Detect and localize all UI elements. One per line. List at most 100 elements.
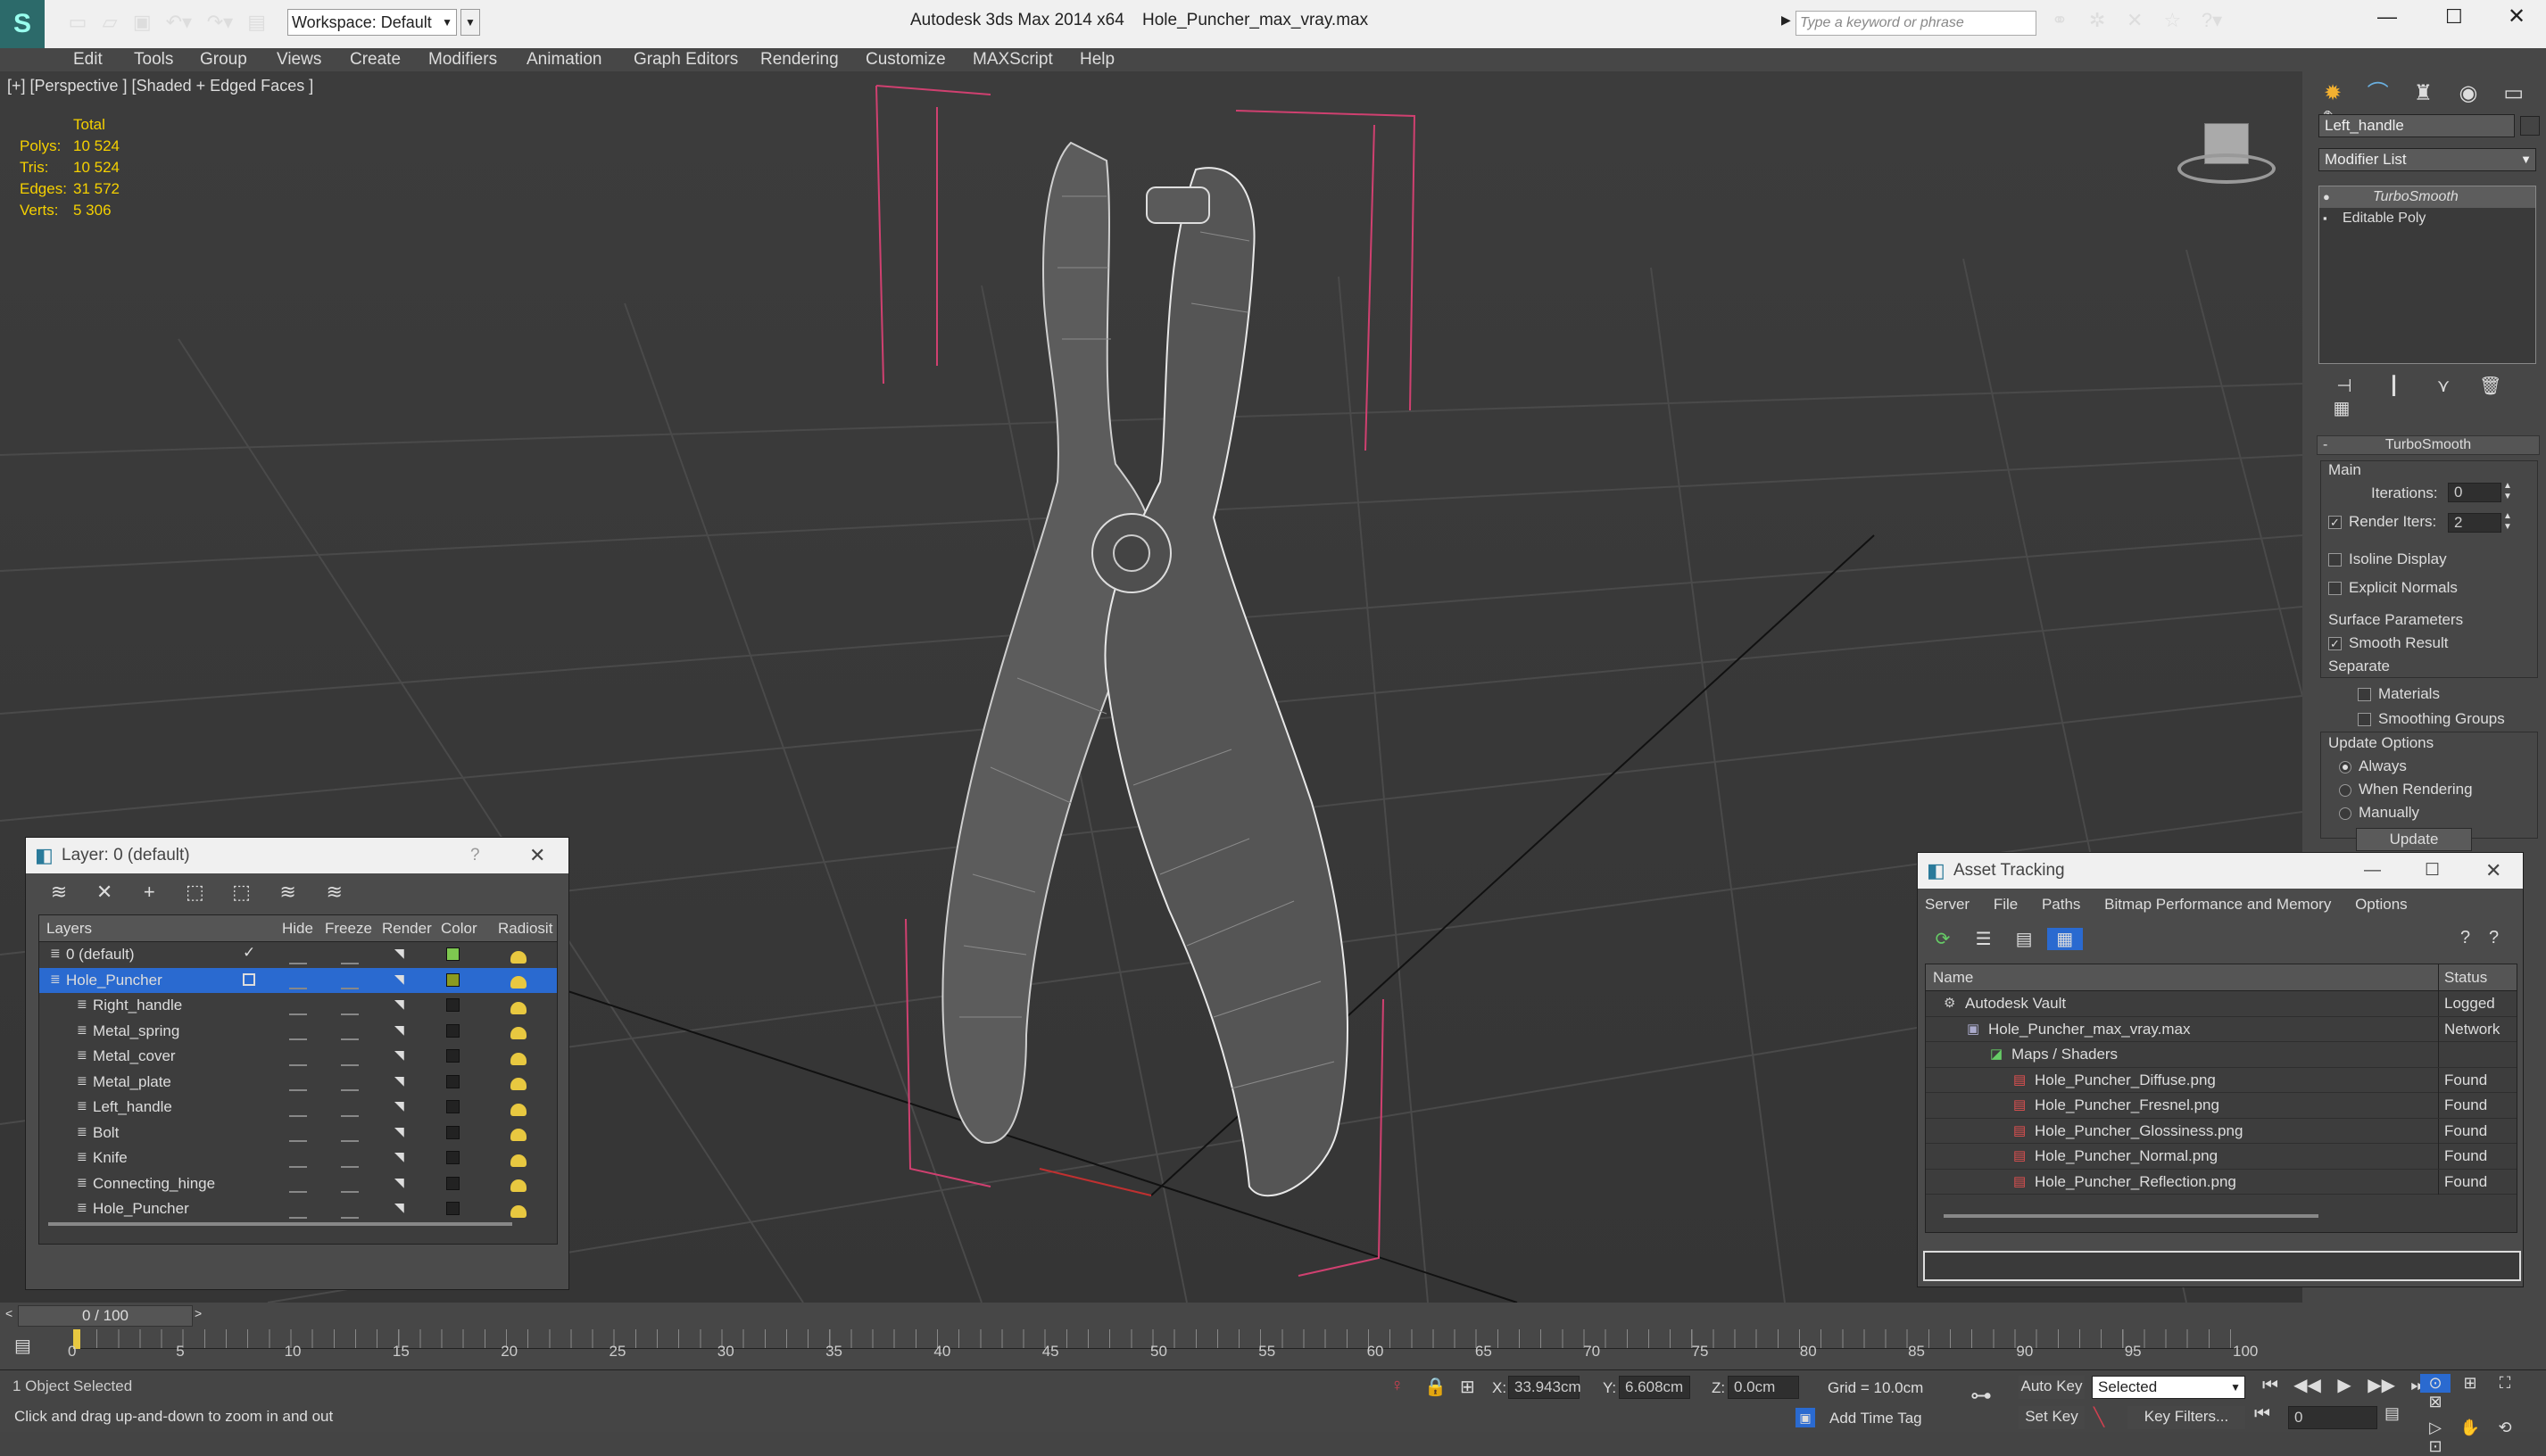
asset-menu-options[interactable]: Options <box>2355 896 2408 913</box>
object-name-field[interactable]: Left_handle <box>2318 114 2515 137</box>
asset-menu-file[interactable]: File <box>1994 896 2018 913</box>
col-hide[interactable]: Hide <box>282 915 313 942</box>
motion-tab-icon[interactable]: ◉ <box>2449 80 2488 106</box>
key-filter-icon[interactable]: ╲ <box>2094 1406 2104 1428</box>
zoom-extents-all-icon[interactable]: ⊠ <box>2420 1393 2451 1411</box>
vault-help-icon[interactable]: ? <box>2460 928 2470 948</box>
play-icon[interactable]: ▶ <box>2328 1374 2360 1396</box>
col-color[interactable]: Color <box>441 915 477 942</box>
layer-color-swatch[interactable] <box>446 998 460 1012</box>
y-coordinate-field[interactable]: 6.608cm <box>1619 1376 1690 1399</box>
binoculars-icon[interactable]: ⚭ <box>2044 9 2076 32</box>
project-folder-icon[interactable]: ▤ <box>244 11 270 34</box>
asset-row[interactable]: ▤ Hole_Puncher_Glossiness.png Found <box>1926 1118 2517 1144</box>
asset-name[interactable]: Hole_Puncher_Diffuse.png <box>2035 1068 2216 1094</box>
rollout-header[interactable]: - TurboSmooth <box>2317 435 2540 455</box>
configure-sets-icon[interactable]: ▦ <box>2322 397 2361 419</box>
undo-icon[interactable]: ↶▾ <box>161 11 196 34</box>
col-render[interactable]: Render <box>382 915 432 942</box>
layer-color-swatch[interactable] <box>446 1074 460 1088</box>
subscription-icon[interactable]: ✲ <box>2081 9 2113 32</box>
workspace-dropdown[interactable]: Workspace: Default ▼ <box>287 9 457 36</box>
zoom-extents-icon[interactable]: ⛶ <box>2490 1374 2520 1393</box>
layer-color-swatch[interactable] <box>446 1023 460 1038</box>
menu-group[interactable]: Group <box>200 50 247 70</box>
field-of-view-icon[interactable]: ▷ <box>2420 1419 2451 1437</box>
layer-dialog-titlebar[interactable]: ◧ Layer: 0 (default) ? ✕ <box>26 838 568 873</box>
layer-name[interactable]: Knife <box>93 1149 128 1167</box>
layer-row[interactable]: ≣ Metal_spring ◥ <box>39 1019 557 1045</box>
select-objects-icon[interactable]: ⬚ <box>174 881 215 904</box>
pan-icon[interactable]: ✋ <box>2455 1419 2485 1437</box>
delete-layer-icon[interactable]: ✕ <box>85 881 124 904</box>
menu-tools[interactable]: Tools <box>134 50 173 70</box>
search-arrow-icon[interactable]: ▶ <box>1781 12 1791 28</box>
radiosity-bulb-icon[interactable] <box>510 947 527 965</box>
highlight-selected-icon[interactable]: ⬚ <box>221 881 262 904</box>
time-slider[interactable]: < 0 / 100 > <box>0 1303 2546 1329</box>
zoom-all-icon[interactable]: ⊞ <box>2455 1374 2485 1393</box>
z-coordinate-field[interactable]: 0.0cm <box>1728 1376 1799 1399</box>
auto-key-button[interactable]: Auto Key <box>2019 1376 2085 1399</box>
save-icon[interactable]: ▣ <box>129 11 155 34</box>
col-layers[interactable]: Layers <box>46 915 92 942</box>
current-frame-field[interactable]: 0 <box>2288 1406 2377 1429</box>
maximize-button[interactable]: ☐ <box>2445 5 2463 29</box>
asset-row[interactable]: ▤ Hole_Puncher_Normal.png Found <box>1926 1144 2517 1170</box>
spinner-arrows-icon[interactable]: ▲ ▼ <box>2503 481 2512 502</box>
communication-icon[interactable]: ✕ <box>2119 9 2151 32</box>
asset-row[interactable]: ◪ Maps / Shaders <box>1926 1042 2517 1068</box>
radiosity-bulb-icon[interactable] <box>510 1202 527 1220</box>
time-slider-thumb[interactable]: 0 / 100 <box>18 1305 193 1327</box>
open-file-icon[interactable]: ▱ <box>96 11 123 34</box>
next-frame-icon[interactable]: ▶▶ <box>2366 1374 2398 1396</box>
render-toggle-icon[interactable]: ◥ <box>394 1098 404 1113</box>
asset-row[interactable]: ▤ Hole_Puncher_Diffuse.png Found <box>1926 1067 2517 1094</box>
render-iters-spinner[interactable]: 2 <box>2448 513 2501 533</box>
minimize-button[interactable]: — <box>2377 5 2397 29</box>
pin-stack-icon[interactable]: ⊣ <box>2322 375 2367 397</box>
layer-row[interactable]: ≣ Left_handle ◥ <box>39 1095 557 1121</box>
list-view-icon[interactable]: ☰ <box>1966 928 2002 950</box>
goto-start-icon[interactable]: ⏮ <box>2254 1376 2286 1396</box>
iterations-spinner[interactable]: 0 <box>2448 483 2501 502</box>
display-tab-icon[interactable]: ▭ <box>2494 80 2534 106</box>
layer-row[interactable]: ≣ Hole_Puncher ◥ <box>39 967 557 993</box>
asset-name[interactable]: Hole_Puncher_Reflection.png <box>2035 1170 2236 1195</box>
layer-name[interactable]: Hole_Puncher <box>66 972 162 989</box>
menu-maxscript[interactable]: MAXScript <box>973 50 1053 70</box>
set-current-box[interactable] <box>243 972 255 986</box>
redo-icon[interactable]: ↷▾ <box>203 11 238 34</box>
help-button[interactable]: ? <box>470 838 480 873</box>
render-toggle-icon[interactable]: ◥ <box>394 1149 404 1164</box>
minimize-button[interactable]: — <box>2364 853 2381 889</box>
render-toggle-icon[interactable]: ◥ <box>394 1022 404 1038</box>
col-name[interactable]: Name <box>1933 964 1973 991</box>
col-freeze[interactable]: Freeze <box>325 915 372 942</box>
smooth-result-checkbox[interactable]: ✓ <box>2328 637 2342 651</box>
explicit-normals-checkbox[interactable] <box>2328 582 2342 596</box>
radiosity-bulb-icon[interactable] <box>510 1024 527 1042</box>
render-toggle-icon[interactable]: ◥ <box>394 1175 404 1190</box>
render-iters-checkbox[interactable]: ✓ <box>2328 516 2342 530</box>
layer-name[interactable]: Bolt <box>93 1124 119 1142</box>
workspace-menu-button[interactable]: ▼ <box>460 9 480 36</box>
active-layer-check-icon[interactable]: ✓ <box>243 944 255 962</box>
x-coordinate-field[interactable]: 33.943cm <box>1508 1376 1581 1399</box>
new-file-icon[interactable]: ▭ <box>64 11 91 34</box>
render-toggle-icon[interactable]: ◥ <box>394 1047 404 1063</box>
render-toggle-icon[interactable]: ◥ <box>394 946 404 961</box>
spinner-arrows-icon[interactable]: ▲ ▼ <box>2503 511 2512 533</box>
stack-item-turbosmooth[interactable]: ● TurboSmooth <box>2319 186 2535 208</box>
layer-color-swatch[interactable] <box>446 1125 460 1139</box>
layer-row[interactable]: ≣ Metal_plate ◥ <box>39 1070 557 1096</box>
radiosity-bulb-icon[interactable] <box>510 1151 527 1169</box>
lock-selection-icon[interactable]: 🔒 <box>1424 1376 1447 1398</box>
transform-mode-icon[interactable]: ⊞ <box>1460 1376 1475 1398</box>
menu-graph-editors[interactable]: Graph Editors <box>634 50 738 70</box>
asset-row[interactable]: ⚙ Autodesk Vault Logged Ou <box>1926 991 2517 1017</box>
menu-help[interactable]: Help <box>1080 50 1115 70</box>
object-color-swatch[interactable] <box>2520 116 2540 136</box>
viewcube-icon[interactable] <box>2177 118 2276 189</box>
layer-row[interactable]: ≣ Connecting_hinge ◥ <box>39 1171 557 1197</box>
